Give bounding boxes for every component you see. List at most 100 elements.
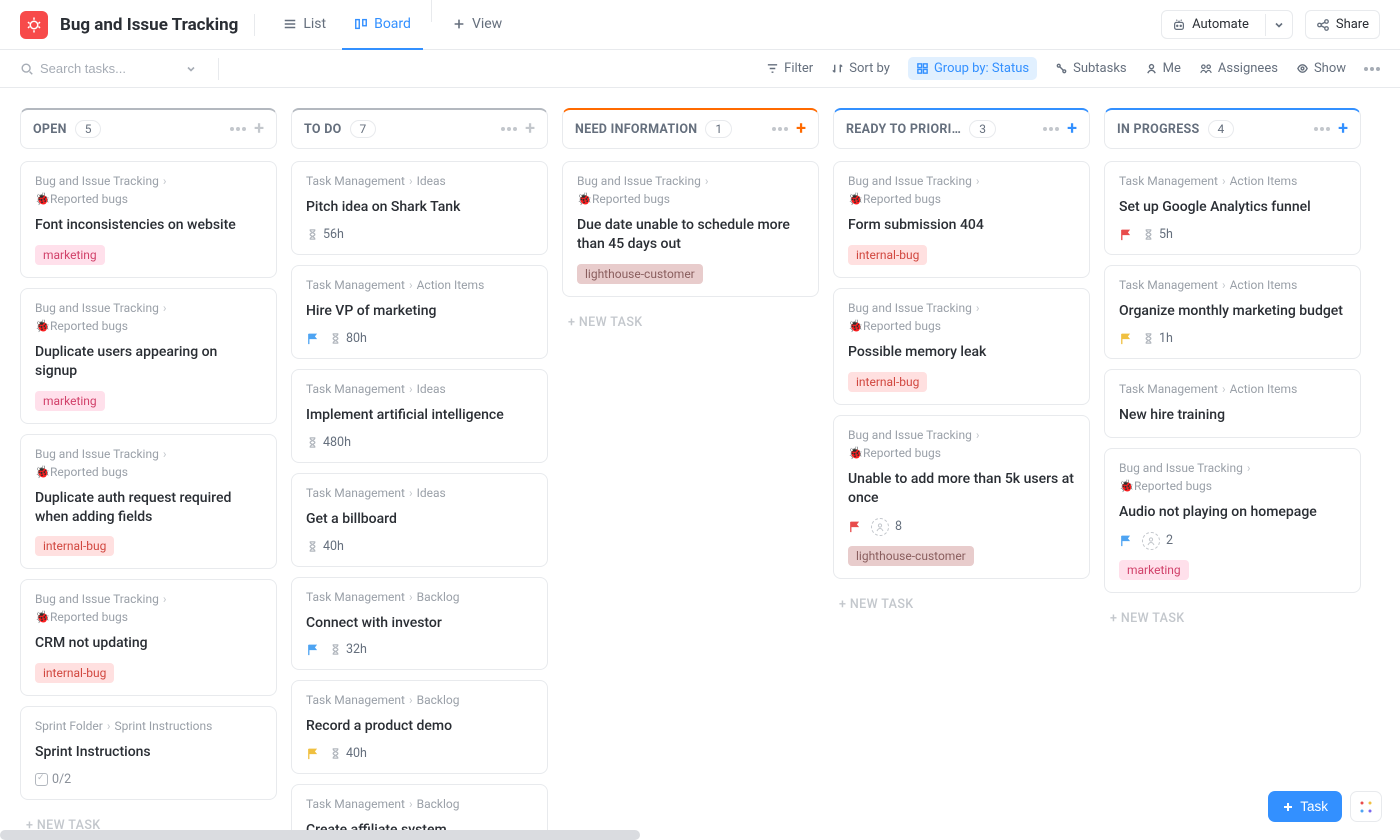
task-card[interactable]: Bug and Issue Tracking›🐞Reported bugsAud…: [1104, 448, 1361, 593]
group-button[interactable]: Group by: Status: [908, 57, 1037, 80]
tag[interactable]: marketing: [1119, 560, 1189, 580]
task-card[interactable]: Task Management›Action ItemsOrganize mon…: [1104, 265, 1361, 359]
new-task-link[interactable]: + NEW TASK: [833, 589, 1090, 620]
breadcrumb-segment: Ideas: [417, 486, 446, 500]
column-add-icon[interactable]: +: [1338, 122, 1348, 136]
task-card[interactable]: Task Management›BacklogConnect with inve…: [291, 577, 548, 671]
column-more-icon[interactable]: [230, 127, 246, 131]
card-title: Possible memory leak: [848, 343, 1075, 362]
column-more-icon[interactable]: [772, 127, 788, 131]
new-task-floating-button[interactable]: Task: [1268, 791, 1342, 822]
column-count: 5: [75, 120, 102, 138]
task-card[interactable]: Bug and Issue Tracking›🐞Reported bugsDue…: [562, 161, 819, 297]
hourglass-icon: [306, 436, 319, 449]
hourglass-icon: [1142, 332, 1155, 345]
new-task-link[interactable]: + NEW TASK: [1104, 603, 1361, 634]
assignee-avatar-icon[interactable]: [871, 518, 889, 536]
estimate-hours: 40h: [346, 746, 367, 761]
filter-button[interactable]: Filter: [766, 61, 813, 76]
task-card[interactable]: Bug and Issue Tracking›🐞Reported bugsFor…: [833, 161, 1090, 278]
tab-list[interactable]: List: [271, 0, 338, 50]
board-column: OPEN5+Bug and Issue Tracking›🐞Reported b…: [20, 108, 277, 840]
card-breadcrumb: Task Management›Action Items: [1119, 278, 1346, 292]
breadcrumb-segment: Backlog: [417, 590, 460, 604]
tag[interactable]: internal-bug: [35, 663, 114, 683]
tag[interactable]: internal-bug: [848, 372, 927, 392]
chevron-right-icon: ›: [705, 174, 709, 188]
automate-label: Automate: [1192, 17, 1249, 32]
breadcrumb-segment: Bug and Issue Tracking: [35, 174, 159, 188]
tab-board[interactable]: Board: [342, 0, 423, 50]
task-card[interactable]: Bug and Issue Tracking›🐞Reported bugsUna…: [833, 415, 1090, 579]
search-wrap: [20, 61, 196, 76]
tab-add-view-label: View: [472, 16, 502, 32]
column-more-icon[interactable]: [501, 127, 517, 131]
column-more-icon[interactable]: [1043, 127, 1059, 131]
floating-actions: Task: [1268, 791, 1382, 822]
toolbar-more-icon[interactable]: [1364, 67, 1380, 71]
breadcrumb-segment: Action Items: [417, 278, 485, 292]
chevron-right-icon: ›: [1222, 382, 1226, 396]
board[interactable]: OPEN5+Bug and Issue Tracking›🐞Reported b…: [0, 88, 1400, 840]
task-card[interactable]: Bug and Issue Tracking›🐞Reported bugsFon…: [20, 161, 277, 278]
task-card[interactable]: Task Management›BacklogRecord a product …: [291, 680, 548, 774]
breadcrumb-segment: Task Management: [306, 797, 405, 811]
task-card[interactable]: Task Management›IdeasImplement artificia…: [291, 369, 548, 463]
tab-list-label: List: [303, 16, 326, 32]
task-card[interactable]: Sprint Folder›Sprint InstructionsSprint …: [20, 706, 277, 800]
tag[interactable]: internal-bug: [848, 245, 927, 265]
tag[interactable]: lighthouse-customer: [577, 264, 703, 284]
task-card[interactable]: Task Management›IdeasPitch idea on Shark…: [291, 161, 548, 255]
card-title: Hire VP of marketing: [306, 302, 533, 321]
hourglass-icon: [329, 747, 342, 760]
automate-button[interactable]: Automate: [1161, 10, 1293, 39]
show-button[interactable]: Show: [1296, 61, 1346, 76]
tag[interactable]: lighthouse-customer: [848, 546, 974, 566]
task-card[interactable]: Task Management›IdeasGet a billboard40h: [291, 473, 548, 567]
subtasks-button[interactable]: Subtasks: [1055, 61, 1127, 76]
me-button[interactable]: Me: [1145, 61, 1181, 76]
breadcrumb-segment: 🐞Reported bugs: [848, 192, 941, 206]
search-input[interactable]: [40, 61, 180, 76]
hourglass-icon: [329, 643, 342, 656]
search-chevron-icon[interactable]: [186, 64, 196, 74]
column-add-icon[interactable]: +: [525, 122, 535, 136]
sort-button[interactable]: Sort by: [831, 61, 890, 76]
column-add-icon[interactable]: +: [796, 122, 806, 136]
card-breadcrumb: Bug and Issue Tracking›🐞Reported bugs: [35, 592, 262, 624]
assignees-button[interactable]: Assignees: [1199, 61, 1278, 76]
tag[interactable]: marketing: [35, 391, 105, 411]
share-button[interactable]: Share: [1305, 10, 1380, 39]
card-title: Record a product demo: [306, 717, 533, 736]
task-card[interactable]: Bug and Issue Tracking›🐞Reported bugsDup…: [20, 434, 277, 570]
priority-flag-icon: [306, 643, 319, 656]
tag[interactable]: marketing: [35, 245, 105, 265]
task-card[interactable]: Bug and Issue Tracking›🐞Reported bugsDup…: [20, 288, 277, 424]
tab-add-view[interactable]: View: [440, 0, 514, 50]
new-task-link[interactable]: + NEW TASK: [562, 307, 819, 338]
task-card[interactable]: Bug and Issue Tracking›🐞Reported bugsPos…: [833, 288, 1090, 405]
task-card[interactable]: Task Management›Action ItemsNew hire tra…: [1104, 369, 1361, 438]
assignee-avatar-icon[interactable]: [1142, 532, 1160, 550]
card-title: Sprint Instructions: [35, 743, 262, 762]
apps-button[interactable]: [1350, 791, 1382, 822]
automate-chevron-icon[interactable]: [1265, 14, 1292, 36]
card-meta: 32h: [306, 642, 533, 657]
card-breadcrumb: Bug and Issue Tracking›🐞Reported bugs: [35, 447, 262, 479]
column-more-icon[interactable]: [1314, 127, 1330, 131]
column-add-icon[interactable]: +: [1067, 122, 1077, 136]
task-card[interactable]: Bug and Issue Tracking›🐞Reported bugsCRM…: [20, 579, 277, 696]
task-card[interactable]: Task Management›Action ItemsSet up Googl…: [1104, 161, 1361, 255]
task-card[interactable]: Task Management›Action ItemsHire VP of m…: [291, 265, 548, 359]
tag[interactable]: internal-bug: [35, 536, 114, 556]
card-meta: 5h: [1119, 227, 1346, 242]
me-label: Me: [1163, 61, 1181, 76]
column-add-icon[interactable]: +: [254, 122, 264, 136]
horizontal-scrollbar[interactable]: [0, 830, 640, 840]
breadcrumb-segment: Task Management: [306, 590, 405, 604]
chevron-right-icon: ›: [409, 693, 413, 707]
card-title: Get a billboard: [306, 510, 533, 529]
chevron-right-icon: ›: [409, 382, 413, 396]
column-title: NEED INFORMATION: [575, 122, 697, 137]
breadcrumb-segment: Backlog: [417, 693, 460, 707]
